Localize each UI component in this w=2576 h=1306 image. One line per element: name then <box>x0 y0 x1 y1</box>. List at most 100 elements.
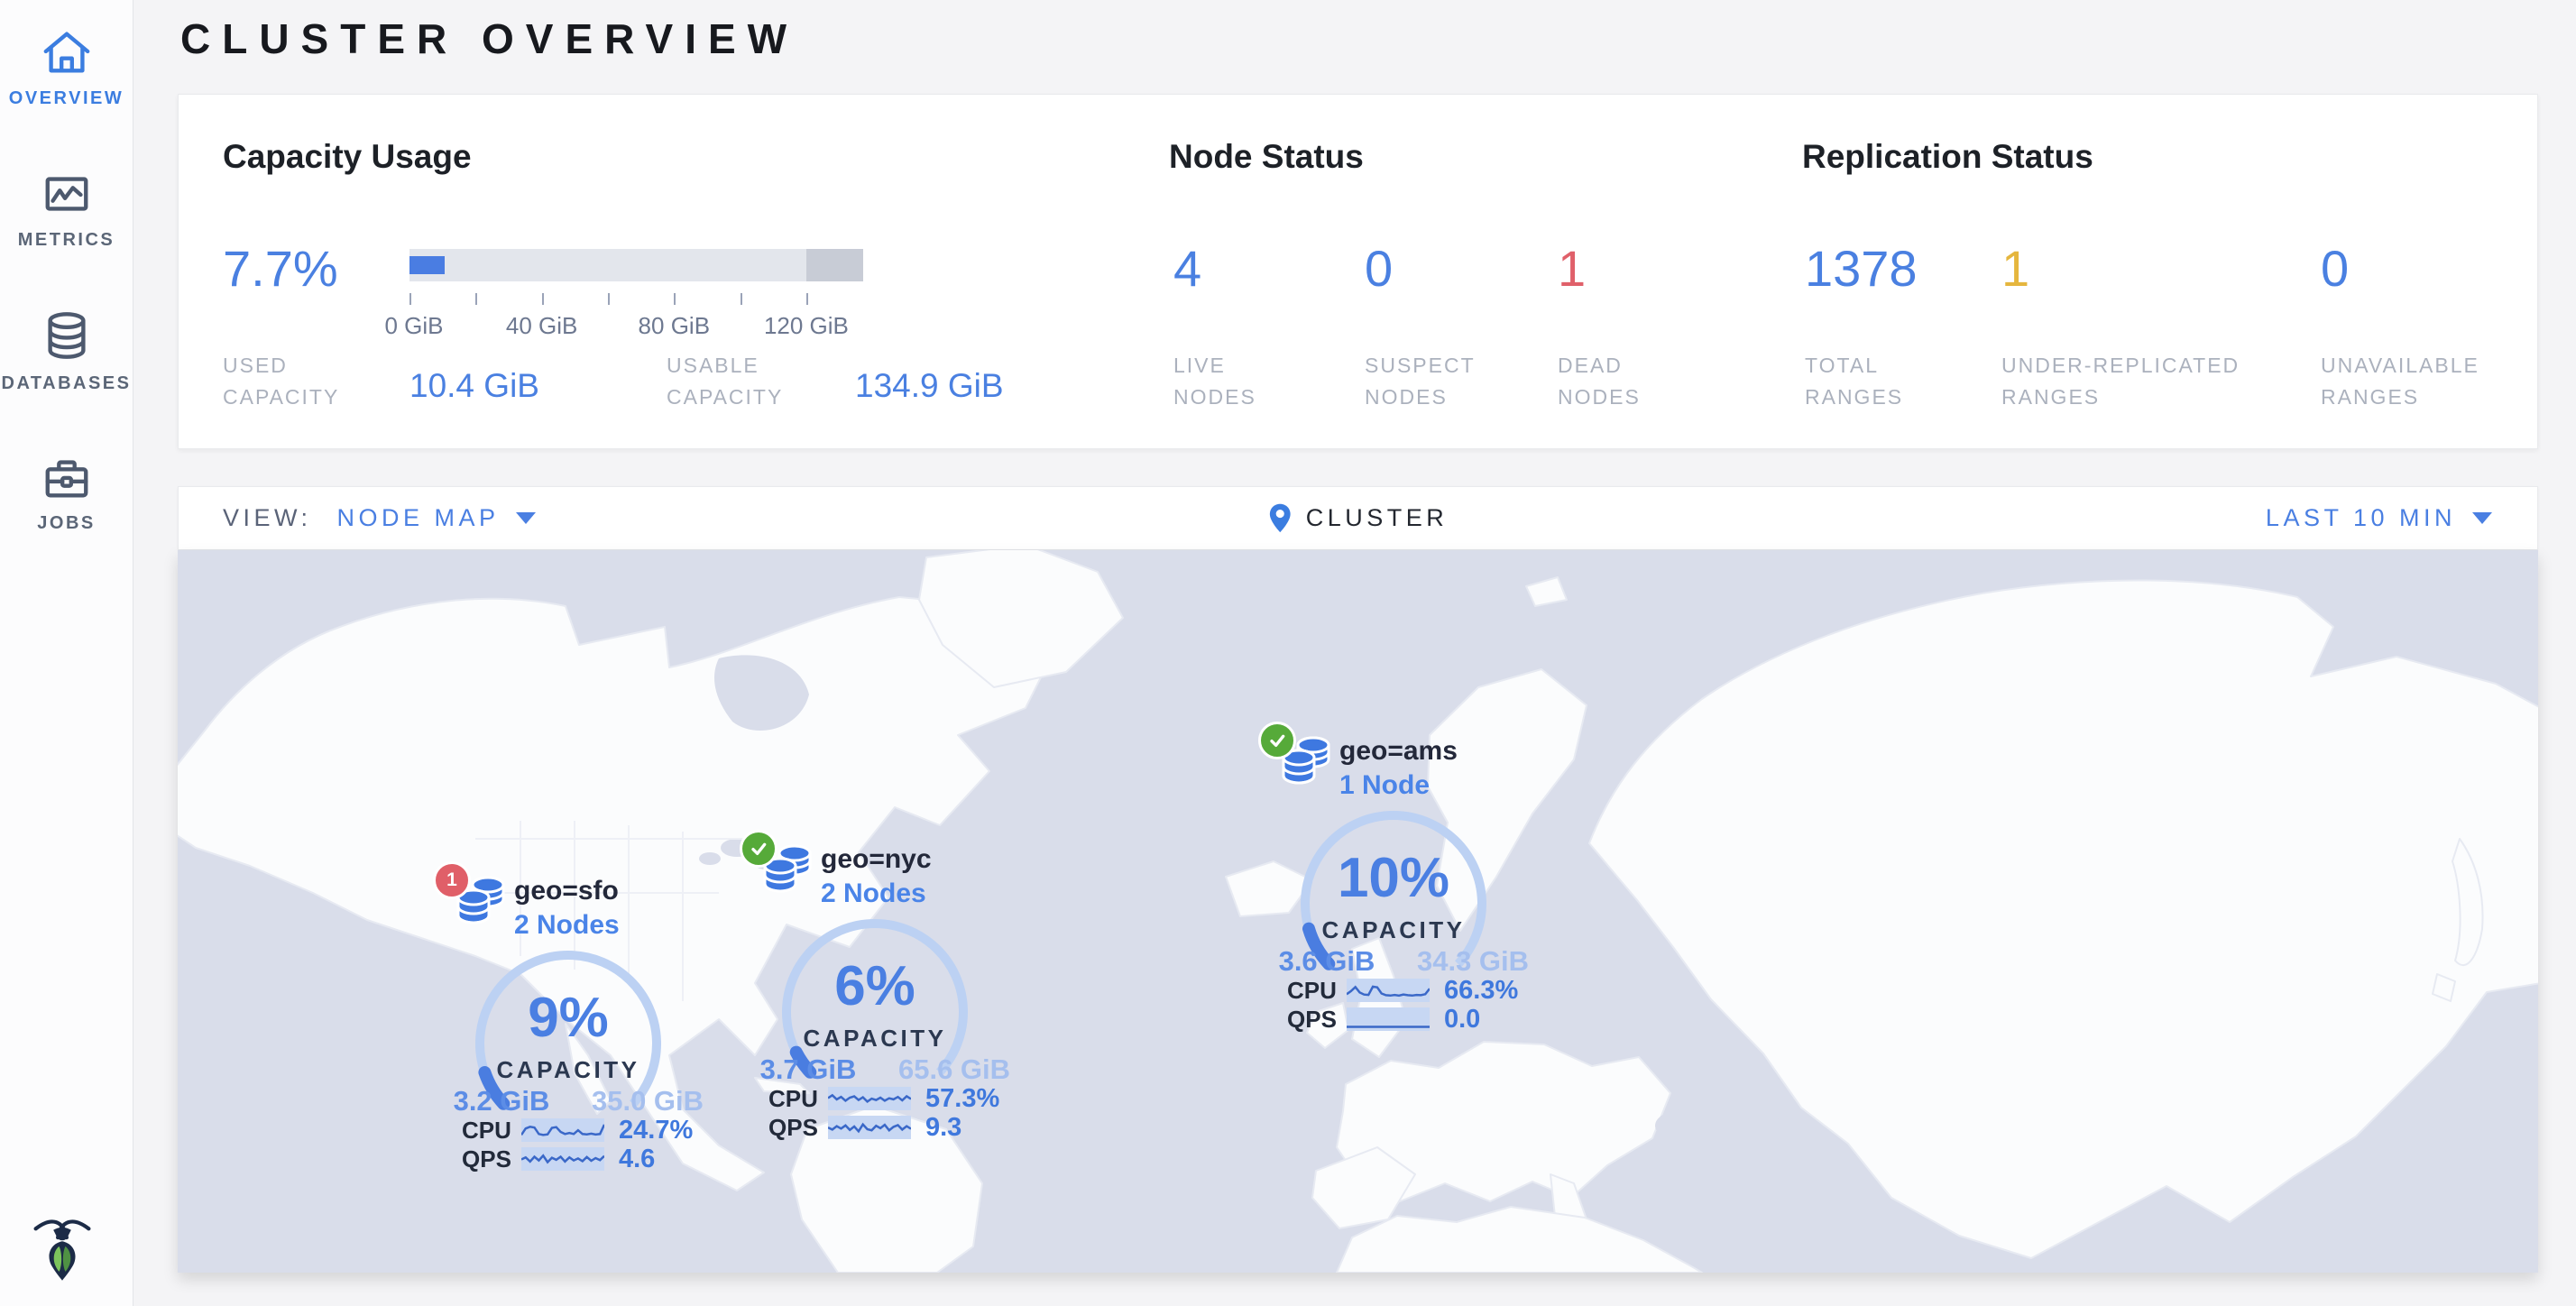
qps-row: QPS 0.0 <box>1287 1007 1536 1032</box>
dead-node-count: 1 <box>446 869 457 891</box>
bar-tick-label: 0 GiB <box>385 312 444 340</box>
location-pin-icon <box>1268 502 1292 535</box>
capacity-bar-track <box>409 249 863 281</box>
qps-sparkline <box>521 1147 604 1171</box>
cockroachdb-logo <box>31 1205 94 1292</box>
chevron-down-icon <box>2472 512 2492 524</box>
sidebar-item-metrics[interactable]: METRICS <box>0 109 133 251</box>
metrics-icon <box>39 169 95 219</box>
databases-icon <box>39 308 95 363</box>
locality-used-capacity: 3.6 GiB <box>1271 945 1383 978</box>
map-breadcrumb: CLUSTER <box>1268 502 1449 535</box>
cluster-summary-panel: Capacity Usage 7.7% 0 GiB 40 GiB 80 GiB … <box>178 94 2538 449</box>
cpu-sparkline <box>521 1118 604 1142</box>
live-nodes-count: 4 <box>1173 239 1201 298</box>
cpu-row: CPU 66.3% <box>1287 978 1536 1003</box>
capacity-bar: 0 GiB 40 GiB 80 GiB 120 GiB <box>409 249 863 339</box>
qps-sparkline <box>1347 1007 1430 1031</box>
total-ranges-label: TOTAL RANGES <box>1805 350 1958 412</box>
dead-nodes-count: 1 <box>1558 239 1586 298</box>
check-icon <box>748 838 769 860</box>
bar-tick-label: 120 GiB <box>764 312 849 340</box>
bar-tick <box>475 293 477 305</box>
time-range-dropdown[interactable]: LAST 10 MIN <box>2266 504 2492 532</box>
locality-total-capacity: 35.0 GiB <box>584 1085 711 1117</box>
locality-name: geo=nyc <box>821 844 932 875</box>
locality-used-capacity: 3.2 GiB <box>446 1085 557 1117</box>
cpu-sparkline <box>1347 979 1430 1002</box>
live-nodes-label: LIVE NODES <box>1173 350 1309 412</box>
bar-tick-label: 80 GiB <box>639 312 711 340</box>
locality-marker-sfo[interactable]: 1 geo=sfo 2 Nodes 9% CAPACITY 3.2 GiB 35… <box>442 861 713 1177</box>
bar-tick <box>542 293 544 305</box>
locality-total-capacity: 65.6 GiB <box>891 1053 1017 1086</box>
locality-marker-ams[interactable]: geo=ams 1 Node 10% CAPACITY 3.6 GiB 34.3… <box>1267 722 1538 1037</box>
node-map: 1 geo=sfo 2 Nodes 9% CAPACITY 3.2 GiB 35… <box>178 550 2538 1273</box>
view-label: VIEW: <box>223 504 312 532</box>
time-range-value: LAST 10 MIN <box>2266 504 2456 532</box>
view-selector-dropdown[interactable]: NODE MAP <box>337 504 536 532</box>
sidebar-item-jobs[interactable]: JOBS <box>0 394 133 534</box>
cpu-value: 66.3% <box>1444 976 1518 1006</box>
healthy-badge <box>740 830 777 868</box>
locality-nodes-link[interactable]: 2 Nodes <box>821 878 926 909</box>
dead-node-badge: 1 <box>433 861 471 899</box>
bar-tick-label: 40 GiB <box>506 312 578 340</box>
bar-tick <box>608 293 610 305</box>
sidebar-item-overview[interactable]: OVERVIEW <box>0 0 133 109</box>
under-replicated-label: UNDER-REPLICATED RANGES <box>2001 350 2326 412</box>
replication-status-title: Replication Status <box>1802 138 2093 176</box>
qps-value: 0.0 <box>1444 1005 1480 1035</box>
sidebar: OVERVIEW METRICS DATABASES <box>0 0 133 1306</box>
cpu-sparkline <box>828 1087 911 1110</box>
used-capacity-label: USED CAPACITY <box>223 350 385 412</box>
main-content: CLUSTER OVERVIEW Capacity Usage 7.7% 0 G… <box>178 0 2538 1306</box>
cpu-row: CPU 24.7% <box>462 1117 711 1143</box>
unavailable-ranges-label: UNAVAILABLE RANGES <box>2321 350 2519 412</box>
bar-tick <box>674 293 676 305</box>
qps-value: 4.6 <box>619 1145 655 1174</box>
view-selector-value: NODE MAP <box>337 504 500 532</box>
capacity-caption: CAPACITY <box>469 1056 667 1084</box>
capacity-usage-title: Capacity Usage <box>223 138 472 176</box>
sidebar-item-databases[interactable]: DATABASES <box>0 251 133 394</box>
cpu-value: 24.7% <box>619 1116 693 1145</box>
used-capacity-value: 10.4 GiB <box>409 367 539 405</box>
cpu-label: CPU <box>462 1117 516 1145</box>
cpu-value: 57.3% <box>925 1084 999 1114</box>
locality-used-capacity: 3.7 GiB <box>752 1053 864 1086</box>
cpu-row: CPU 57.3% <box>768 1086 1017 1111</box>
home-icon <box>39 25 95 78</box>
cpu-label: CPU <box>1287 977 1341 1005</box>
chevron-down-icon <box>516 512 536 524</box>
cpu-label: CPU <box>768 1085 823 1113</box>
locality-nodes-link[interactable]: 1 Node <box>1339 770 1430 801</box>
locality-marker-nyc[interactable]: geo=nyc 2 Nodes 6% CAPACITY 3.7 GiB 65.6… <box>749 830 1019 1145</box>
qps-row: QPS 9.3 <box>768 1115 1017 1140</box>
qps-label: QPS <box>1287 1006 1341 1034</box>
sidebar-item-label: JOBS <box>0 513 133 534</box>
healthy-badge <box>1258 722 1296 759</box>
qps-sparkline <box>828 1116 911 1139</box>
locality-name: geo=sfo <box>514 876 619 906</box>
capacity-bar-reserved <box>806 249 863 281</box>
capacity-used-percent: 7.7% <box>223 239 338 298</box>
sidebar-item-label: DATABASES <box>0 373 133 394</box>
unavailable-ranges-count: 0 <box>2321 239 2349 298</box>
locality-total-capacity: 34.3 GiB <box>1410 945 1536 978</box>
locality-nodes-link[interactable]: 2 Nodes <box>514 910 620 941</box>
node-status-title: Node Status <box>1169 138 1364 176</box>
bar-tick <box>806 293 808 305</box>
capacity-percent: 10% <box>1294 846 1493 910</box>
qps-label: QPS <box>768 1114 823 1142</box>
usable-capacity-label: USABLE CAPACITY <box>667 350 829 412</box>
under-replicated-count: 1 <box>2001 239 2029 298</box>
total-ranges-count: 1378 <box>1805 239 1918 298</box>
usable-capacity-value: 134.9 GiB <box>855 367 1004 405</box>
capacity-caption: CAPACITY <box>1294 916 1493 944</box>
page-title: CLUSTER OVERVIEW <box>180 14 798 63</box>
qps-row: QPS 4.6 <box>462 1146 711 1172</box>
jobs-icon <box>39 452 95 502</box>
sidebar-item-label: OVERVIEW <box>0 88 133 109</box>
capacity-bar-fill <box>409 256 445 274</box>
